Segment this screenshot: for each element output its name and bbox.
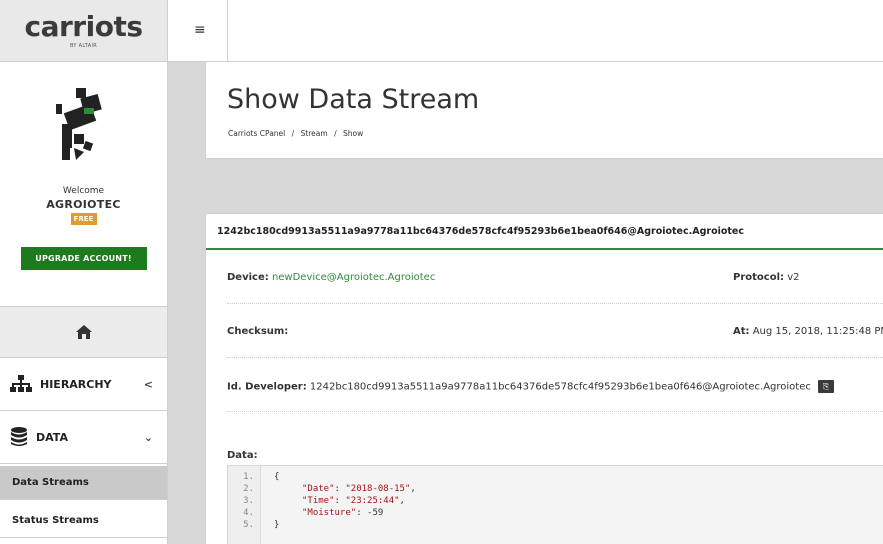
json-value: -59 — [367, 508, 384, 518]
welcome-text: Welcome — [62, 186, 105, 196]
code-text: "Moisture": -59 — [302, 508, 384, 518]
device-field: Device: newDevice@Agroiotec.Agroiotec — [227, 272, 435, 283]
logo-subtitle: BY ALTAIR — [69, 42, 98, 49]
code-line: 3. "Time": "23:25:44", — [228, 496, 405, 508]
row-checksum-at: Checksum: At: Aug 15, 2018, 11:25:48 PM — [227, 306, 883, 358]
row-device-protocol: Device: newDevice@Agroiotec.Agroiotec Pr… — [227, 252, 883, 304]
chevron-down-icon: ⌄ — [143, 430, 153, 444]
topbar: ≡ — [168, 0, 883, 62]
stream-id-heading: 1242bc180cd9913a5511a9a9778a11bc64376de5… — [206, 214, 883, 250]
chevron-left-icon: < — [143, 377, 153, 391]
line-number: 5. — [243, 520, 254, 530]
line-number: 1. — [243, 472, 254, 482]
nav-item-data[interactable]: DATA ⌄ — [0, 411, 167, 464]
stream-detail-card: 1242bc180cd9913a5511a9a9778a11bc64376de5… — [205, 213, 883, 544]
json-key: "Moisture" — [302, 508, 357, 518]
breadcrumb-separator: / — [291, 129, 295, 138]
developer-value: 1242bc180cd9913a5511a9a9778a11bc64376de5… — [309, 381, 811, 393]
code-line: 1. { — [228, 472, 279, 484]
sidebar-item-data-streams[interactable]: Data Streams — [0, 466, 167, 500]
developer-label: Id. Developer: — [227, 381, 307, 393]
user-avatar — [0, 62, 167, 182]
code-line: 2. "Date": "2018-08-15", — [228, 484, 416, 496]
code-line: 4. "Moisture": -59 — [228, 508, 383, 520]
nav-item-label: DATA — [36, 430, 68, 444]
robot-avatar-icon — [55, 88, 102, 160]
checksum-field: Checksum: — [227, 326, 288, 337]
json-value: "23:25:44" — [345, 496, 400, 506]
code-text: } — [274, 520, 280, 530]
json-value: "2018-08-15" — [345, 484, 411, 494]
data-label: Data: — [227, 450, 258, 461]
at-field: At: Aug 15, 2018, 11:25:48 PM — [733, 326, 883, 337]
nav-item-label: HIERARCHY — [40, 377, 112, 391]
sidebar-item-status-streams[interactable]: Status Streams — [0, 504, 167, 538]
json-comma: , — [399, 496, 405, 506]
username: AGROIOTEC — [46, 198, 121, 211]
nav-home[interactable] — [0, 306, 167, 358]
device-link[interactable]: newDevice@Agroiotec.Agroiotec — [272, 272, 435, 283]
page-header: Show Data Stream Carriots CPanel / Strea… — [205, 62, 883, 159]
protocol-label: Protocol: — [733, 272, 785, 283]
database-icon — [11, 427, 27, 446]
breadcrumb-cpanel[interactable]: Carriots CPanel — [228, 129, 285, 138]
logo-text: carriots — [24, 9, 144, 43]
code-text: "Date": "2018-08-15", — [302, 484, 416, 494]
breadcrumb-stream[interactable]: Stream — [301, 129, 328, 138]
nav-item-hierarchy[interactable]: HIERARCHY < — [0, 358, 167, 411]
at-label: At: — [733, 326, 750, 337]
breadcrumb-show: Show — [343, 129, 364, 138]
protocol-value: v2 — [787, 272, 800, 283]
protocol-field: Protocol: v2 — [733, 272, 799, 283]
at-value: Aug 15, 2018, 11:25:48 PM — [752, 326, 883, 337]
json-key: "Date" — [302, 484, 335, 494]
developer-field: Id. Developer: 1242bc180cd9913a5511a9a97… — [227, 380, 835, 393]
checksum-label: Checksum: — [227, 326, 289, 337]
sidebar: carriots BY ALTAIR Welcome AGROIOTEC FRE… — [0, 0, 168, 544]
brand-logo[interactable]: carriots BY ALTAIR — [0, 0, 167, 62]
home-icon — [75, 325, 92, 339]
code-text: { — [274, 472, 280, 482]
line-number: 2. — [243, 484, 254, 494]
row-developer: Id. Developer: 1242bc180cd9913a5511a9a97… — [227, 360, 883, 412]
breadcrumb: Carriots CPanel / Stream / Show — [228, 129, 367, 138]
line-number: 3. — [243, 496, 254, 506]
code-text: "Time": "23:25:44", — [302, 496, 405, 506]
data-code-block: 1. { 2. "Date": "2018-08-15", 3. "Time":… — [227, 465, 883, 544]
json-key: "Time" — [302, 496, 335, 506]
hierarchy-icon — [10, 375, 32, 392]
line-number: 4. — [243, 508, 254, 518]
copy-icon[interactable]: ⎘ — [818, 380, 835, 393]
json-comma: , — [410, 484, 416, 494]
code-line: 5. } — [228, 520, 279, 532]
page-title: Show Data Stream — [227, 84, 480, 115]
plan-badge: FREE — [70, 213, 97, 225]
breadcrumb-separator: / — [334, 129, 337, 138]
upgrade-account-button[interactable]: UPGRADE ACCOUNT! — [20, 247, 147, 270]
menu-toggle-icon[interactable]: ≡ — [168, 0, 228, 62]
device-label: Device: — [227, 272, 269, 283]
